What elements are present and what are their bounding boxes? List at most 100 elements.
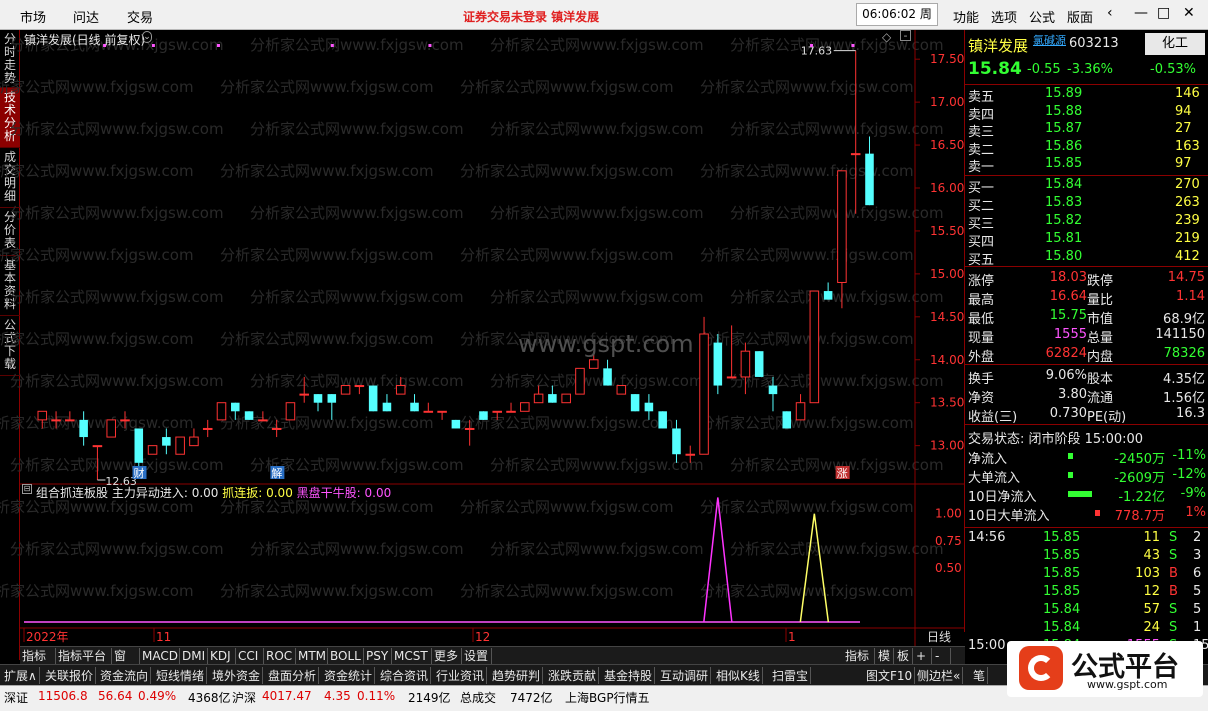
- minimize-icon[interactable]: —: [1134, 5, 1148, 21]
- candle[interactable]: [837, 170, 847, 309]
- menu-function[interactable]: 功能: [953, 7, 979, 26]
- tab-right-2[interactable]: 板: [895, 648, 913, 664]
- func-button[interactable]: 资金统计: [324, 667, 376, 684]
- tab-intraday[interactable]: 分时走势: [0, 30, 20, 88]
- func-button[interactable]: 行业资讯: [436, 667, 488, 684]
- candle[interactable]: [782, 411, 792, 429]
- candle[interactable]: [533, 385, 544, 404]
- candle[interactable]: [368, 385, 378, 412]
- tab-right-0[interactable]: 指标B: [843, 648, 875, 679]
- candle[interactable]: [216, 402, 227, 421]
- tab-price-table[interactable]: 分价表: [0, 208, 20, 256]
- tab-cci[interactable]: CCI: [236, 648, 264, 664]
- func-button[interactable]: 境外资金: [212, 667, 264, 684]
- collapse-icon[interactable]: ⊟: [22, 484, 32, 494]
- candle[interactable]: [271, 419, 282, 438]
- candle[interactable]: [313, 394, 323, 412]
- candle[interactable]: [768, 376, 778, 412]
- candle[interactable]: [258, 411, 268, 422]
- menu-wenda[interactable]: 问达: [73, 7, 99, 26]
- candle[interactable]: [630, 394, 640, 412]
- candle[interactable]: [327, 394, 337, 420]
- candle[interactable]: [713, 334, 723, 395]
- candle[interactable]: [492, 410, 503, 420]
- close-box-icon[interactable]: -: [900, 30, 911, 41]
- candle[interactable]: [437, 410, 447, 420]
- candle[interactable]: [754, 351, 764, 377]
- candle[interactable]: [672, 419, 681, 463]
- func-button[interactable]: 扫雷宝: [772, 667, 812, 684]
- menu-options[interactable]: 选项: [991, 7, 1017, 26]
- func-button[interactable]: 笔: [973, 667, 989, 684]
- candle[interactable]: [175, 436, 185, 455]
- tab-kdj[interactable]: KDJ: [208, 648, 236, 664]
- candle[interactable]: [285, 402, 296, 421]
- feed-name[interactable]: 上海BGP行情五: [565, 689, 650, 706]
- back-icon[interactable]: ‹: [1107, 5, 1113, 21]
- tab-psy[interactable]: PSY: [364, 648, 392, 664]
- candle[interactable]: [548, 385, 557, 403]
- chart-area[interactable]: 分析家公式网www.fxjgsw.com 分析家公式网www.fxjgsw.com…: [0, 30, 965, 646]
- tab-macd[interactable]: MACD: [140, 648, 180, 664]
- tab-trade-detail[interactable]: 成交明细: [0, 148, 20, 208]
- candle[interactable]: [451, 419, 461, 429]
- tab-right-1[interactable]: 模: [876, 648, 894, 664]
- candle[interactable]: [795, 394, 806, 421]
- func-button[interactable]: 综合资讯: [380, 667, 432, 684]
- diamond-icon[interactable]: ◇: [882, 30, 891, 44]
- candle[interactable]: [685, 445, 696, 463]
- maximize-icon[interactable]: □: [1157, 5, 1170, 21]
- tab-mtm[interactable]: MTM: [296, 648, 328, 664]
- func-button[interactable]: 涨跌贡献: [548, 667, 600, 684]
- candle[interactable]: [395, 376, 406, 395]
- tab-technical[interactable]: 技术分析: [0, 88, 20, 148]
- tab-roc[interactable]: ROC: [264, 648, 296, 664]
- tab-right-3[interactable]: +: [914, 648, 932, 664]
- candle[interactable]: [79, 411, 88, 446]
- candlestick-chart[interactable]: 17.50 17.00 16.50 16.00 15.50 15.00 14.50 14.00…: [20, 30, 965, 646]
- candle[interactable]: [134, 428, 144, 472]
- candle[interactable]: [561, 393, 571, 404]
- stock-badge[interactable]: 氯碱源: [1033, 32, 1066, 48]
- candle[interactable]: [823, 282, 833, 300]
- candle[interactable]: [162, 428, 171, 455]
- tab-指标平台[interactable]: 指标平台: [56, 648, 112, 664]
- chevron-down-icon[interactable]: ⌄: [142, 31, 152, 43]
- func-button[interactable]: 短线情绪: [156, 667, 208, 684]
- candle[interactable]: [354, 385, 365, 395]
- candle[interactable]: [699, 316, 709, 455]
- candle[interactable]: [726, 325, 737, 379]
- candle[interactable]: [809, 290, 820, 404]
- func-button[interactable]: 趋势研判: [492, 667, 544, 684]
- tab-更多[interactable]: 更多: [432, 648, 462, 664]
- candle[interactable]: [51, 411, 61, 429]
- candle[interactable]: [92, 445, 103, 480]
- func-button[interactable]: 侧边栏«: [917, 667, 964, 684]
- tab-mcst[interactable]: MCST: [392, 648, 432, 664]
- candle[interactable]: [410, 394, 419, 412]
- candle[interactable]: [340, 385, 351, 395]
- candle[interactable]: [65, 411, 75, 422]
- candle[interactable]: [120, 411, 130, 429]
- tab-指标a[interactable]: 指标A: [20, 648, 56, 679]
- candle[interactable]: [850, 50, 861, 214]
- tab-dmi[interactable]: DMI: [180, 648, 208, 664]
- candle[interactable]: [865, 136, 874, 206]
- candle[interactable]: [616, 385, 627, 395]
- candle[interactable]: [520, 402, 530, 412]
- candle[interactable]: [603, 359, 612, 386]
- candle[interactable]: [575, 367, 585, 395]
- login-alert[interactable]: 证券交易未登录 镇洋发展: [463, 8, 599, 25]
- candle[interactable]: [244, 411, 254, 420]
- candle[interactable]: [147, 445, 158, 455]
- func-button[interactable]: 盘面分析: [268, 667, 320, 684]
- menu-trade[interactable]: 交易: [127, 7, 153, 26]
- close-icon[interactable]: ✕: [1183, 5, 1195, 21]
- tab-right-4[interactable]: -: [933, 648, 951, 664]
- candle[interactable]: [106, 419, 116, 438]
- func-button[interactable]: 基金持股: [604, 667, 656, 684]
- tab-设置[interactable]: 设置: [462, 648, 492, 664]
- candle[interactable]: [423, 402, 434, 413]
- menu-market[interactable]: 市场: [20, 7, 46, 26]
- tab-窗口[interactable]: 窗口: [112, 648, 140, 679]
